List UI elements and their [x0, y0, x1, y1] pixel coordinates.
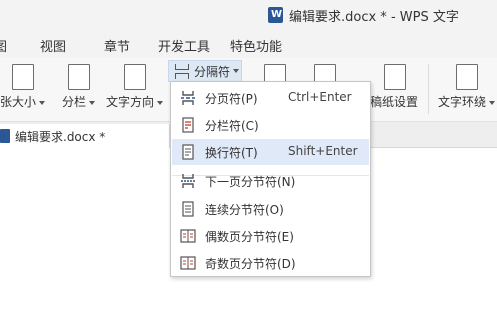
menu-item-view[interactable]: 视图	[40, 36, 66, 55]
columns-icon	[68, 64, 90, 90]
columns-button[interactable]: 分栏	[60, 58, 100, 120]
columns-label: 分栏	[62, 95, 87, 109]
text-direction-icon	[124, 64, 146, 90]
next-page-section-icon	[181, 174, 195, 188]
menu-item-page-break[interactable]: 分页符(P) Ctrl+Enter	[172, 85, 369, 111]
page-break-label: 分页符(P)	[205, 92, 258, 106]
text-direction-label: 文字方向	[106, 95, 155, 109]
menu-item-features[interactable]: 特色功能	[230, 36, 282, 55]
paper-size-button[interactable]: 纸张大小	[0, 58, 56, 120]
text-direction-button[interactable]: 文字方向	[104, 58, 166, 120]
paper-size-icon	[12, 64, 34, 90]
menu-item-continuous-section[interactable]: 连续分节符(O)	[172, 196, 369, 222]
document-tab-label: 编辑要求.docx *	[15, 129, 106, 144]
even-page-section-icon	[180, 229, 196, 243]
line-break-label: 换行符(T)	[205, 146, 258, 160]
chevron-down-icon	[157, 100, 164, 105]
paper-size-label: 纸张大小	[0, 95, 37, 109]
breaks-label: 分隔符	[194, 64, 231, 79]
line-break-shortcut: Shift+Enter	[288, 144, 358, 158]
chevron-down-icon	[489, 100, 496, 105]
window-title: 编辑要求.docx * - WPS 文字	[289, 9, 459, 25]
breaks-button[interactable]: 分隔符	[168, 60, 242, 82]
menu-item-developer[interactable]: 开发工具	[158, 36, 210, 55]
manuscript-grid-icon	[384, 64, 406, 90]
next-page-section-label: 下一页分节符(N)	[205, 175, 296, 189]
menu-item-even-page-section[interactable]: 偶数页分节符(E)	[172, 223, 369, 249]
ribbon-separator	[428, 64, 429, 114]
column-break-label: 分栏符(C)	[205, 119, 259, 133]
menu-item-next-page-section[interactable]: 下一页分节符(N)	[172, 168, 369, 194]
text-wrap-label: 文字环绕	[438, 95, 487, 109]
title-bar: 编辑要求.docx * - WPS 文字	[0, 0, 497, 30]
odd-page-section-label: 奇数页分节符(D)	[205, 257, 296, 271]
odd-page-section-icon	[180, 256, 196, 270]
text-wrap-icon	[456, 64, 478, 90]
manuscript-settings-button[interactable]: 稿纸设置	[368, 58, 424, 120]
breaks-icon	[173, 64, 191, 79]
menu-item-chapter[interactable]: 章节	[104, 36, 130, 55]
menu-item-column-break[interactable]: 分栏符(C)	[172, 112, 369, 138]
continuous-section-icon	[182, 201, 194, 217]
menu-bar: 图 视图 章节 开发工具 特色功能	[0, 30, 497, 58]
window-title-group: 编辑要求.docx * - WPS 文字	[268, 5, 459, 25]
breaks-dropdown-menu: 分页符(P) Ctrl+Enter 分栏符(C) 换行符(T) Shift+En…	[170, 81, 371, 277]
text-wrap-button[interactable]: 文字环绕	[436, 58, 497, 120]
chevron-down-icon	[89, 100, 96, 105]
page-break-shortcut: Ctrl+Enter	[288, 90, 352, 104]
chevron-down-icon	[233, 69, 240, 73]
menu-item-line-break[interactable]: 换行符(T) Shift+Enter	[172, 139, 369, 165]
continuous-section-label: 连续分节符(O)	[205, 203, 284, 217]
chevron-down-icon	[39, 100, 46, 105]
menu-item-partial[interactable]: 图	[0, 36, 7, 55]
column-break-icon	[182, 117, 194, 133]
menu-item-odd-page-section[interactable]: 奇数页分节符(D)	[172, 250, 369, 276]
manuscript-settings-label: 稿纸设置	[370, 95, 419, 109]
document-tab[interactable]: 编辑要求.docx *	[0, 124, 170, 148]
wps-document-icon	[268, 7, 283, 23]
wps-document-icon	[0, 129, 10, 143]
even-page-section-label: 偶数页分节符(E)	[205, 230, 294, 244]
page-break-icon	[181, 91, 195, 105]
line-break-icon	[182, 144, 194, 160]
